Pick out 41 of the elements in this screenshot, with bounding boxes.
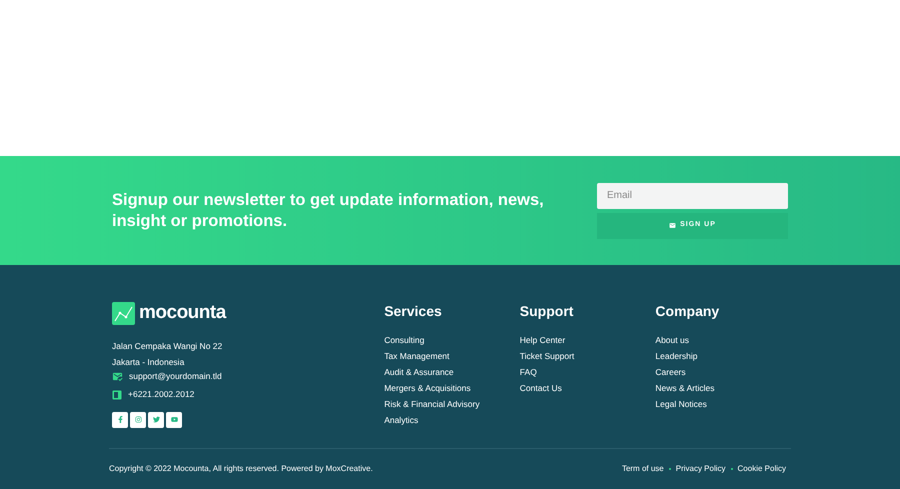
legal-link[interactable]: Term of use bbox=[622, 463, 664, 475]
brand-name: mocounta bbox=[139, 301, 226, 325]
column-title: Support bbox=[520, 302, 574, 321]
newsletter-heading: Signup our newsletter to get update information, news, insight or promotions. bbox=[112, 190, 545, 232]
youtube-icon bbox=[170, 416, 178, 423]
footer-link[interactable]: News & Articles bbox=[655, 382, 792, 392]
facebook-icon bbox=[116, 416, 124, 423]
logo-icon bbox=[112, 302, 135, 325]
legal-link[interactable]: Privacy Policy bbox=[676, 463, 726, 475]
email-icon bbox=[112, 371, 123, 382]
footer-link[interactable]: Contact Us bbox=[520, 382, 656, 392]
email-text: support@yourdomain.tld bbox=[129, 370, 222, 383]
footer-link[interactable]: Help Center bbox=[520, 334, 656, 344]
footer-link[interactable]: Audit & Assurance bbox=[384, 366, 520, 376]
footer-link[interactable]: Leadership bbox=[655, 350, 792, 360]
twitter-link[interactable] bbox=[148, 412, 164, 428]
address-line: Jalan Cempaka Wangi No 22 bbox=[112, 340, 224, 350]
instagram-icon bbox=[134, 416, 142, 423]
youtube-link[interactable] bbox=[166, 412, 182, 428]
instagram-link[interactable] bbox=[130, 412, 146, 428]
footer-link[interactable]: Careers bbox=[655, 366, 792, 376]
footer-link[interactable]: Ticket Support bbox=[520, 350, 656, 360]
footer-link[interactable]: Legal Notices bbox=[655, 398, 792, 408]
footer-link[interactable]: Tax Management bbox=[384, 350, 520, 360]
twitter-icon bbox=[152, 416, 160, 423]
column-title: Services bbox=[384, 302, 443, 321]
phone-text: +6221.2002.2012 bbox=[128, 388, 194, 401]
phone-icon bbox=[112, 390, 122, 400]
footer-link[interactable]: Mergers & Acquisitions bbox=[384, 382, 520, 392]
email-field[interactable]: Email bbox=[597, 182, 788, 208]
footer-link[interactable]: FAQ bbox=[520, 366, 656, 376]
column-title: Company bbox=[655, 302, 720, 321]
footer-link[interactable]: Analytics bbox=[384, 414, 520, 424]
mail-icon bbox=[669, 222, 676, 229]
footer-link[interactable]: Risk & Financial Advisory bbox=[384, 398, 520, 408]
copyright-text: Copyright © 2022 Mocounta, All rights reserved. Powered by MoxCreative. bbox=[109, 463, 373, 475]
address-line: Jakarta - Indonesia bbox=[112, 356, 186, 366]
legal-link[interactable]: Cookie Policy bbox=[738, 463, 786, 475]
footer-link[interactable]: Consulting bbox=[384, 334, 520, 344]
footer-link[interactable]: About us bbox=[655, 334, 792, 344]
facebook-link[interactable] bbox=[112, 412, 128, 428]
